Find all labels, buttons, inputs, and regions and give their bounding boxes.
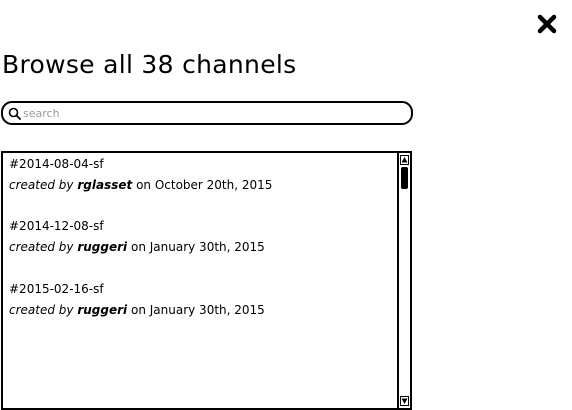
channel-date: on January 30th, 2015: [130, 240, 265, 254]
scrollbar-thumb[interactable]: [401, 167, 408, 189]
channel-list[interactable]: #2014-08-04-sf created by rglasset on Oc…: [1, 151, 412, 410]
scroll-down-arrow-icon: [401, 398, 408, 404]
close-icon: [537, 14, 557, 34]
created-by-label: created by: [9, 303, 74, 317]
channel-author: rglasset: [77, 178, 133, 192]
channel-meta: created by ruggeri on January 30th, 2015: [9, 239, 265, 255]
channel-date: on October 20th, 2015: [136, 178, 273, 192]
scroll-up-button[interactable]: [400, 155, 409, 165]
channel-meta: created by ruggeri on January 30th, 2015: [9, 302, 265, 318]
created-by-label: created by: [9, 240, 74, 254]
list-item[interactable]: #2015-02-16-sf created by ruggeri on Jan…: [9, 281, 265, 318]
search-box[interactable]: [1, 101, 413, 125]
scroll-down-button[interactable]: [400, 396, 409, 406]
browse-channels-dialog: Browse all 38 channels #2014-08-04-sf cr…: [0, 0, 572, 410]
scroll-up-arrow-icon: [401, 157, 408, 163]
search-icon: [8, 107, 21, 120]
channel-author: ruggeri: [77, 240, 128, 254]
list-item[interactable]: #2014-08-04-sf created by rglasset on Oc…: [9, 156, 272, 193]
channel-name: #2015-02-16-sf: [9, 282, 104, 296]
vertical-scrollbar[interactable]: [397, 153, 410, 408]
list-item[interactable]: #2014-12-08-sf created by ruggeri on Jan…: [9, 218, 265, 255]
channel-name: #2014-08-04-sf: [9, 157, 104, 171]
channel-name: #2014-12-08-sf: [9, 219, 104, 233]
search-input[interactable]: [23, 103, 403, 123]
channel-meta: created by rglasset on October 20th, 201…: [9, 177, 272, 193]
created-by-label: created by: [9, 178, 74, 192]
channel-date: on January 30th, 2015: [130, 303, 265, 317]
page-title: Browse all 38 channels: [2, 50, 297, 79]
close-button[interactable]: [536, 13, 558, 35]
channel-author: ruggeri: [77, 303, 128, 317]
